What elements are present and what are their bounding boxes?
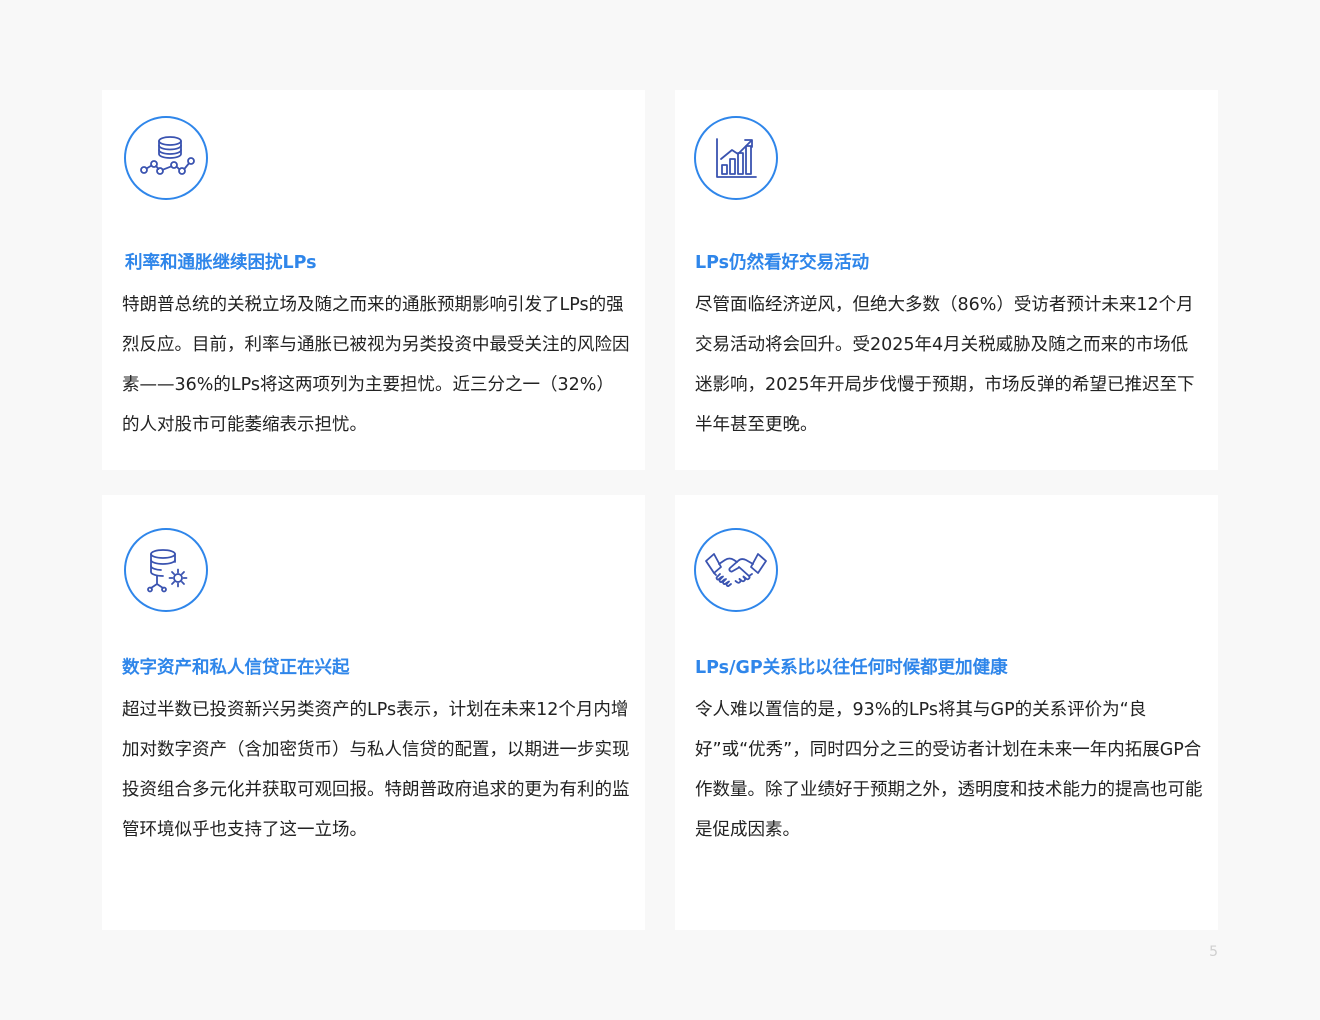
card-body: 特朗普总统的关税立场及随之而来的通胀预期影响引发了LPs的强烈反应。目前，利率与…	[122, 295, 630, 435]
card-title: 利率和通胀继续困扰LPs	[125, 253, 317, 273]
card-interest-inflation: 利率和通胀继续困扰LPs 特朗普总统的关税立场及随之而来的通胀预期影响引发了LP…	[102, 90, 645, 470]
handshake-icon	[694, 528, 778, 612]
database-network-icon	[124, 116, 208, 200]
growth-chart-icon	[694, 116, 778, 200]
card-digital-assets: 数字资产和私人信贷正在兴起 超过半数已投资新兴另类资产的LPs表示，计划在未来1…	[102, 495, 645, 930]
database-gear-icon	[124, 528, 208, 612]
card-title: LPs/GP关系比以往任何时候都更加健康	[695, 658, 1008, 678]
card-body: 超过半数已投资新兴另类资产的LPs表示，计划在未来12个月内增加对数字资产（含加…	[122, 700, 630, 840]
card-lp-gp-relationship: LPs/GP关系比以往任何时候都更加健康 令人难以置信的是，93%的LPs将其与…	[675, 495, 1218, 930]
card-deal-activity: LPs仍然看好交易活动 尽管面临经济逆风，但绝大多数（86%）受访者预计未来12…	[675, 90, 1218, 470]
page-number: 5	[1209, 944, 1218, 960]
card-title: 数字资产和私人信贷正在兴起	[122, 658, 350, 678]
card-title: LPs仍然看好交易活动	[695, 253, 870, 273]
card-body: 令人难以置信的是，93%的LPs将其与GP的关系评价为“良好”或“优秀”，同时四…	[695, 700, 1203, 840]
card-body: 尽管面临经济逆风，但绝大多数（86%）受访者预计未来12个月交易活动将会回升。受…	[695, 295, 1195, 435]
